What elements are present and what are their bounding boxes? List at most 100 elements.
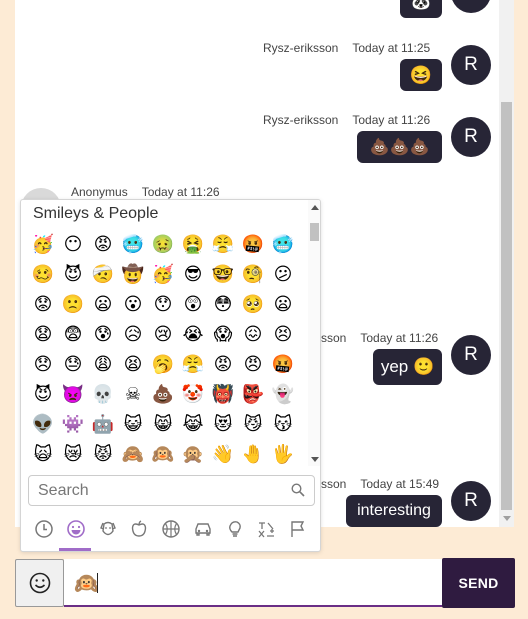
emoji-search[interactable] <box>28 475 315 506</box>
emoji-option[interactable]: 🥳 <box>148 260 178 290</box>
message-input[interactable]: 🙉 <box>64 559 442 607</box>
emoji-option[interactable]: 😻 <box>208 410 238 440</box>
emoji-option[interactable]: 👹 <box>208 380 238 410</box>
emoji-option[interactable]: 😕 <box>268 260 298 290</box>
avatar-initial: R <box>464 490 478 511</box>
emoji-option[interactable]: 👽 <box>28 410 58 440</box>
dog-icon <box>99 521 116 536</box>
emoji-option[interactable]: 😾 <box>88 440 118 470</box>
emoji-option[interactable]: 😢 <box>148 320 178 350</box>
emoji-option[interactable]: 😹 <box>178 410 208 440</box>
category-food[interactable] <box>124 516 154 542</box>
emoji-option[interactable]: 🤚 <box>238 440 268 470</box>
emoji-option[interactable]: 😼 <box>238 410 268 440</box>
emoji-option[interactable]: 😮 <box>118 290 148 320</box>
emoji-option[interactable]: 👻 <box>268 380 298 410</box>
emoji-option[interactable]: 🙉 <box>148 440 178 470</box>
emoji-option[interactable]: 🤕 <box>88 260 118 290</box>
symbols-icon <box>258 522 275 538</box>
chat-scrollbar-thumb[interactable] <box>501 102 512 510</box>
emoji-option[interactable]: 😓 <box>58 350 88 380</box>
message-bubble: interesting <box>346 495 442 527</box>
emoji-option[interactable]: 😯 <box>148 290 178 320</box>
emoji-option[interactable]: 🤬 <box>268 350 298 380</box>
emoji-option[interactable]: 👺 <box>238 380 268 410</box>
emoji-option[interactable]: 👿 <box>58 380 88 410</box>
emoji-option[interactable]: 😎 <box>178 260 208 290</box>
emoji-option[interactable]: 😭 <box>178 320 208 350</box>
emoji-option[interactable]: 🙁 <box>58 290 88 320</box>
emoji-option[interactable]: 😠 <box>238 350 268 380</box>
emoji-option[interactable]: 😥 <box>118 320 148 350</box>
emoji-option[interactable]: 🥳 <box>28 230 58 260</box>
emoji-option[interactable]: 🤖 <box>88 410 118 440</box>
message-text: yep 🙂 <box>380 357 435 376</box>
category-travel[interactable] <box>188 516 218 542</box>
emoji-search-input[interactable] <box>38 480 278 502</box>
message-bubble: 🐼 <box>400 0 442 18</box>
emoji-option[interactable]: 😦 <box>268 290 298 320</box>
emoji-option[interactable]: 😩 <box>88 350 118 380</box>
emoji-option[interactable]: 😞 <box>28 350 58 380</box>
emoji-option[interactable]: 🖐 <box>268 440 298 470</box>
chat-scrollbar[interactable] <box>499 0 514 527</box>
emoji-option[interactable]: 😨 <box>58 320 88 350</box>
emoji-option[interactable]: 🧐 <box>238 260 268 290</box>
category-activities[interactable] <box>156 516 186 542</box>
emoji-option[interactable]: 🤡 <box>178 380 208 410</box>
emoji-option[interactable]: 🤮 <box>178 230 208 260</box>
emoji-option[interactable]: 😳 <box>208 290 238 320</box>
emoji-option[interactable]: 🙀 <box>28 440 58 470</box>
emoji-option[interactable]: 👾 <box>58 410 88 440</box>
send-button[interactable]: SEND <box>442 558 515 608</box>
emoji-option[interactable]: 😫 <box>118 350 148 380</box>
picker-scroll-down-arrow[interactable] <box>311 457 319 462</box>
emoji-option[interactable]: 🥶 <box>118 230 148 260</box>
emoji-option[interactable]: 😽 <box>268 410 298 440</box>
category-smileys[interactable] <box>61 516 91 542</box>
emoji-picker-scrollbar[interactable] <box>308 200 320 466</box>
emoji-option[interactable]: 😺 <box>118 410 148 440</box>
emoji-option[interactable]: 🙈 <box>118 440 148 470</box>
emoji-option[interactable]: 😈 <box>58 260 88 290</box>
emoji-option[interactable]: 🥶 <box>268 230 298 260</box>
emoji-option[interactable]: 👋 <box>208 440 238 470</box>
emoji-option[interactable]: 😰 <box>88 320 118 350</box>
emoji-option[interactable]: 😖 <box>238 320 268 350</box>
picker-scroll-up-arrow[interactable] <box>311 205 319 210</box>
category-flags[interactable] <box>283 516 313 542</box>
emoji-option[interactable]: 🤓 <box>208 260 238 290</box>
emoji-option[interactable]: 😿 <box>58 440 88 470</box>
emoji-option[interactable]: 🥱 <box>148 350 178 380</box>
emoji-option[interactable]: 🙊 <box>178 440 208 470</box>
emoji-option[interactable]: 🤬 <box>238 230 268 260</box>
emoji-option[interactable]: 💩 <box>148 380 178 410</box>
emoji-option[interactable]: 💀 <box>88 380 118 410</box>
category-animals[interactable] <box>93 516 123 542</box>
message-text: 😆 <box>409 64 433 85</box>
picker-scrollbar-thumb[interactable] <box>310 223 319 241</box>
chat-scroll-down-arrow[interactable] <box>503 516 511 521</box>
emoji-option[interactable]: 😣 <box>268 320 298 350</box>
emoji-option[interactable]: 😟 <box>28 290 58 320</box>
emoji-option[interactable]: 😤 <box>208 230 238 260</box>
emoji-option[interactable]: 🤢 <box>148 230 178 260</box>
emoji-option[interactable]: 😸 <box>148 410 178 440</box>
category-recent[interactable] <box>29 516 59 542</box>
emoji-option[interactable]: 😈 <box>28 380 58 410</box>
emoji-option[interactable]: 😱 <box>208 320 238 350</box>
emoji-option[interactable]: 🤠 <box>118 260 148 290</box>
emoji-option[interactable]: 🥺 <box>238 290 268 320</box>
category-symbols[interactable] <box>251 516 281 542</box>
emoji-option[interactable]: 😡 <box>208 350 238 380</box>
emoji-option[interactable]: 😦 <box>88 290 118 320</box>
emoji-option[interactable]: ☠ <box>118 380 148 410</box>
emoji-option[interactable]: 😶 <box>58 230 88 260</box>
emoji-option[interactable]: 😤 <box>178 350 208 380</box>
emoji-option[interactable]: 😲 <box>178 290 208 320</box>
emoji-option[interactable]: 🥴 <box>28 260 58 290</box>
emoji-option[interactable]: 😡 <box>88 230 118 260</box>
emoji-option[interactable]: 😧 <box>28 320 58 350</box>
emoji-toggle-button[interactable] <box>15 559 64 607</box>
category-objects[interactable] <box>220 516 250 542</box>
